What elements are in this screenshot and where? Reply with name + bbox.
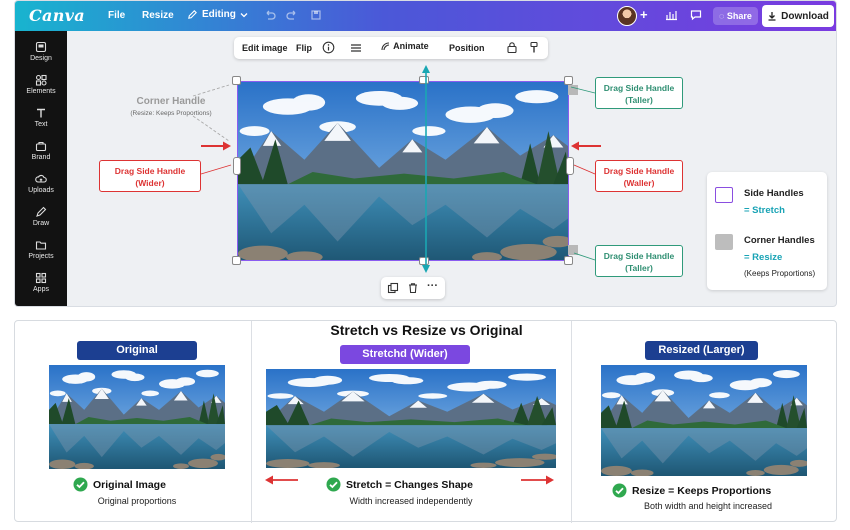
callout-title: Drag Side Handle	[603, 251, 675, 261]
handle-legend: Side Handles = Stretch Corner Handles = …	[707, 172, 827, 290]
callout-note: (Taller)	[625, 263, 653, 273]
resized-caption-text: Resize = Keeps Proportions	[632, 484, 772, 497]
resized-thumbnail	[601, 365, 807, 476]
resized-photo	[601, 365, 807, 476]
stretched-caption: Stretch = Changes Shape	[326, 477, 473, 492]
trash-icon[interactable]	[407, 282, 419, 294]
drag-side-handle-wider-callout: Drag Side Handle (Wider)	[99, 160, 201, 192]
legend-side-title: Side Handles	[744, 188, 804, 199]
drag-side-handle-waller-callout: Drag Side Handle (Waller)	[595, 160, 683, 192]
check-circle-icon	[326, 477, 341, 492]
legend-side-value: = Stretch	[744, 205, 785, 216]
stretched-caption-text: Stretch = Changes Shape	[346, 478, 473, 491]
callout-title: Drag Side Handle	[603, 166, 675, 176]
check-circle-icon	[612, 483, 627, 498]
drag-side-handle-taller-callout-top: Drag Side Handle (Taller)	[595, 77, 683, 109]
callout-note: (Waller)	[623, 178, 655, 188]
comparison-panel: Stretch vs Resize vs Original Original O…	[14, 320, 837, 523]
resized-subtext: Both width and height increased	[643, 501, 773, 511]
callout-title: Drag Side Handle	[603, 83, 675, 93]
stretched-subtext: Width increased independently	[349, 496, 473, 506]
callout-title: Drag Side Handle	[114, 166, 186, 176]
callout-note: (Wider)	[135, 178, 165, 188]
side-handle-swatch	[715, 187, 733, 203]
callout-note: (Taller)	[625, 95, 653, 105]
legend-corner-note: (Keeps Proportions)	[744, 269, 816, 278]
resized-caption: Resize = Keeps Proportions	[612, 483, 771, 498]
more-options-icon[interactable]: ···	[427, 280, 438, 292]
legend-corner-title: Corner Handles	[744, 235, 815, 246]
legend-corner-value: = Resize	[744, 252, 783, 263]
resized-pill: Resized (Larger)	[645, 341, 758, 360]
duplicate-icon[interactable]	[387, 282, 399, 294]
corner-handle-swatch	[715, 234, 733, 250]
drag-side-handle-taller-callout-bottom: Drag Side Handle (Taller)	[595, 245, 683, 277]
element-floating-toolbar: ···	[381, 277, 445, 299]
canva-editor-window: Canva File Resize Editing + ◌ Share Down…	[14, 0, 837, 307]
